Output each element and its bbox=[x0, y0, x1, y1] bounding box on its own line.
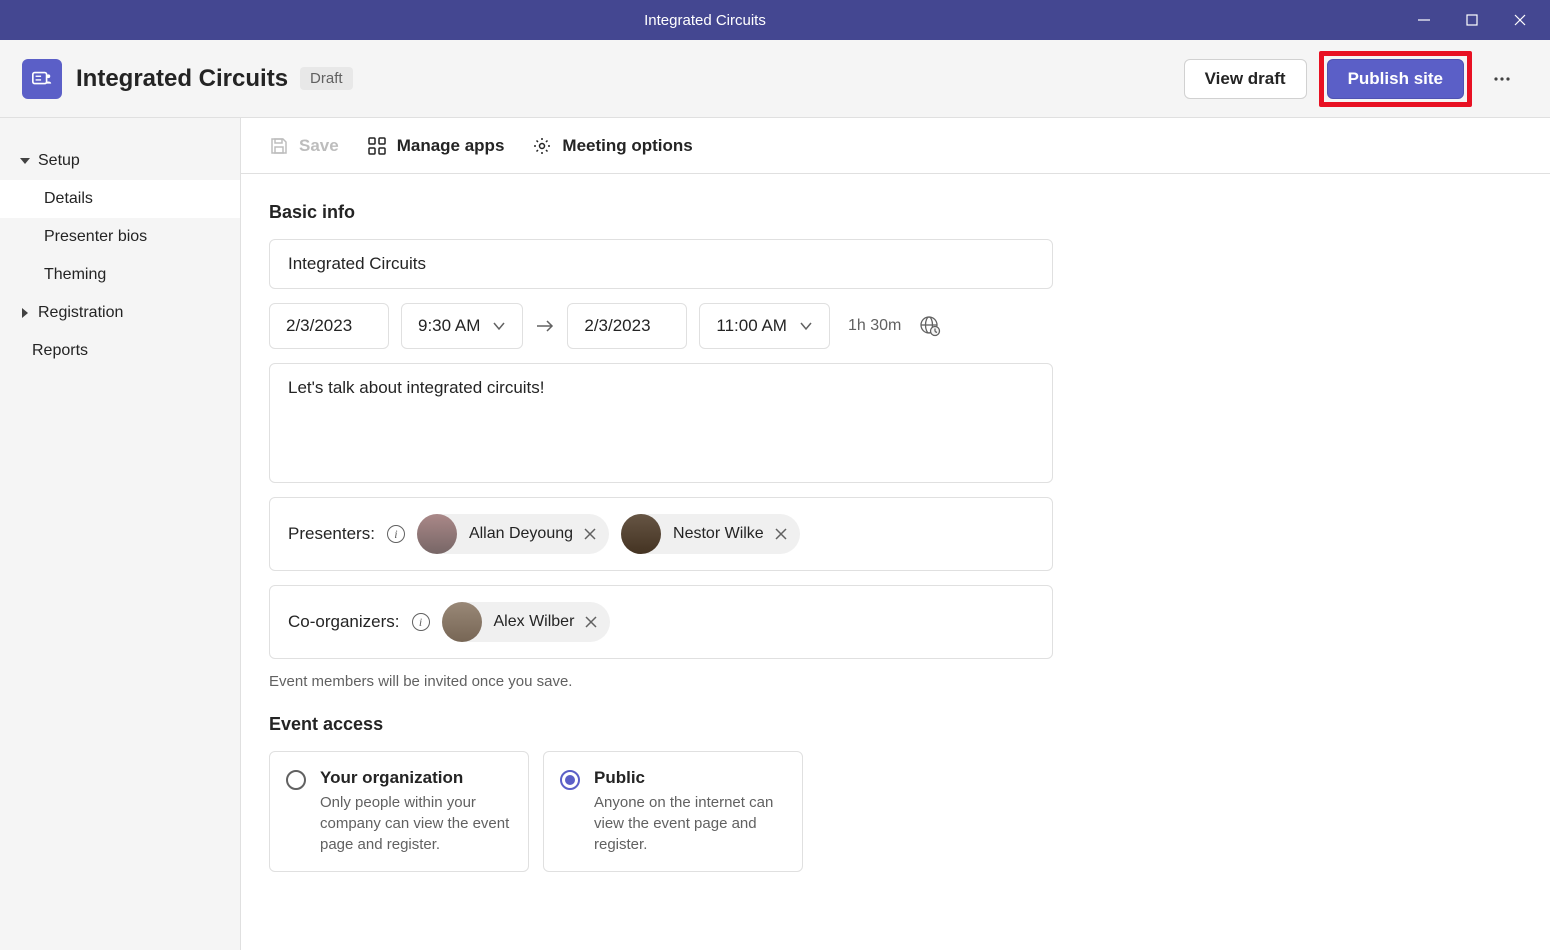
gear-icon bbox=[532, 136, 552, 156]
meeting-options-button[interactable]: Meeting options bbox=[532, 136, 692, 156]
avatar bbox=[417, 514, 457, 554]
publish-site-button[interactable]: Publish site bbox=[1327, 59, 1464, 99]
page-header: Integrated Circuits Draft View draft Pub… bbox=[0, 40, 1550, 118]
info-icon[interactable]: i bbox=[412, 613, 430, 631]
sidebar-item-details[interactable]: Details bbox=[0, 180, 240, 218]
sidebar-group-label: Registration bbox=[38, 304, 123, 322]
event-access-heading: Event access bbox=[269, 714, 1053, 735]
chevron-down-icon bbox=[492, 319, 506, 333]
info-icon[interactable]: i bbox=[387, 525, 405, 543]
sidebar-group-registration[interactable]: Registration bbox=[0, 294, 240, 332]
coorganizer-chip: Alex Wilber bbox=[442, 602, 611, 642]
arrow-right-icon bbox=[535, 316, 555, 336]
app-icon bbox=[22, 59, 62, 99]
access-desc: Only people within your company can view… bbox=[320, 792, 512, 855]
presenters-row: Presenters: i Allan Deyoung Nestor Wilke bbox=[269, 497, 1053, 571]
access-public-option[interactable]: Public Anyone on the internet can view t… bbox=[543, 751, 803, 872]
sidebar-group-label: Setup bbox=[38, 152, 80, 170]
apps-icon bbox=[367, 136, 387, 156]
close-button[interactable] bbox=[1498, 4, 1542, 36]
coorganizers-row: Co-organizers: i Alex Wilber bbox=[269, 585, 1053, 659]
end-date-input[interactable]: 2/3/2023 bbox=[567, 303, 687, 349]
caret-down-icon bbox=[20, 156, 30, 166]
chevron-down-icon bbox=[799, 319, 813, 333]
end-time-input[interactable]: 11:00 AM bbox=[699, 303, 830, 349]
timezone-icon[interactable] bbox=[919, 315, 941, 337]
avatar bbox=[621, 514, 661, 554]
view-draft-button[interactable]: View draft bbox=[1184, 59, 1307, 99]
remove-chip-button[interactable] bbox=[584, 615, 598, 629]
page-title: Integrated Circuits bbox=[76, 65, 288, 93]
caret-right-icon bbox=[20, 308, 30, 318]
presenters-label: Presenters: bbox=[288, 524, 375, 544]
radio-button[interactable] bbox=[286, 770, 306, 790]
date-time-row: 2/3/2023 9:30 AM 2/3/2023 11:00 AM 1h 30… bbox=[269, 303, 1053, 349]
access-title: Public bbox=[594, 768, 786, 788]
minimize-icon bbox=[1417, 13, 1431, 27]
radio-button[interactable] bbox=[560, 770, 580, 790]
window-controls bbox=[1402, 4, 1542, 36]
chip-name: Allan Deyoung bbox=[469, 525, 573, 543]
window-title: Integrated Circuits bbox=[8, 12, 1402, 29]
chip-name: Nestor Wilke bbox=[673, 525, 764, 543]
duration-label: 1h 30m bbox=[848, 317, 901, 335]
save-icon bbox=[269, 136, 289, 156]
access-desc: Anyone on the internet can view the even… bbox=[594, 792, 786, 855]
start-time-input[interactable]: 9:30 AM bbox=[401, 303, 523, 349]
maximize-icon bbox=[1465, 13, 1479, 27]
presenter-chip: Nestor Wilke bbox=[621, 514, 800, 554]
save-button: Save bbox=[269, 136, 339, 156]
toolbar-label: Save bbox=[299, 136, 339, 156]
remove-chip-button[interactable] bbox=[583, 527, 597, 541]
access-org-option[interactable]: Your organization Only people within you… bbox=[269, 751, 529, 872]
manage-apps-button[interactable]: Manage apps bbox=[367, 136, 505, 156]
start-date-input[interactable]: 2/3/2023 bbox=[269, 303, 389, 349]
sidebar-item-presenter-bios[interactable]: Presenter bios bbox=[0, 218, 240, 256]
coorganizers-label: Co-organizers: bbox=[288, 612, 400, 632]
close-icon bbox=[1513, 13, 1527, 27]
basic-info-heading: Basic info bbox=[269, 202, 1053, 223]
sidebar-group-setup[interactable]: Setup bbox=[0, 142, 240, 180]
sidebar: Setup Details Presenter bios Theming Reg… bbox=[0, 118, 241, 950]
webinar-icon bbox=[31, 68, 53, 90]
toolbar-label: Manage apps bbox=[397, 136, 505, 156]
event-title-input[interactable]: Integrated Circuits bbox=[269, 239, 1053, 289]
event-access-options: Your organization Only people within you… bbox=[269, 751, 1053, 872]
description-input[interactable]: Let's talk about integrated circuits! bbox=[269, 363, 1053, 483]
main-content: Save Manage apps Meeting options Basic i… bbox=[241, 118, 1550, 950]
presenter-chip: Allan Deyoung bbox=[417, 514, 609, 554]
more-options-button[interactable] bbox=[1482, 59, 1522, 99]
toolbar-label: Meeting options bbox=[562, 136, 692, 156]
more-icon bbox=[1493, 70, 1511, 88]
toolbar: Save Manage apps Meeting options bbox=[241, 118, 1550, 174]
remove-chip-button[interactable] bbox=[774, 527, 788, 541]
status-badge: Draft bbox=[300, 67, 353, 90]
sidebar-item-theming[interactable]: Theming bbox=[0, 256, 240, 294]
access-title: Your organization bbox=[320, 768, 512, 788]
invite-hint: Event members will be invited once you s… bbox=[269, 673, 1053, 690]
titlebar: Integrated Circuits bbox=[0, 0, 1550, 40]
minimize-button[interactable] bbox=[1402, 4, 1446, 36]
chip-name: Alex Wilber bbox=[494, 613, 575, 631]
highlight-annotation: Publish site bbox=[1319, 51, 1472, 107]
maximize-button[interactable] bbox=[1450, 4, 1494, 36]
sidebar-item-reports[interactable]: Reports bbox=[0, 332, 240, 370]
avatar bbox=[442, 602, 482, 642]
